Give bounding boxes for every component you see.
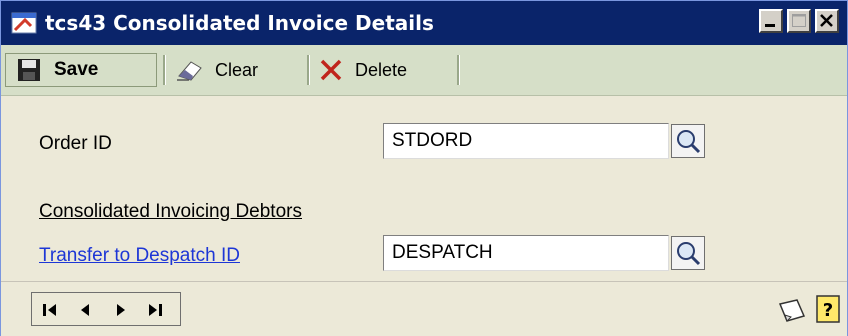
status-bar: ?: [1, 281, 847, 336]
save-icon: [18, 59, 40, 81]
eraser-icon: [177, 61, 202, 81]
toolbar-separator: [307, 55, 310, 85]
help-icon[interactable]: ?: [815, 294, 841, 324]
next-record-icon[interactable]: [110, 299, 132, 321]
clear-button[interactable]: Clear: [175, 53, 295, 87]
form-area: Order ID STDORD Consolidated Invoicing D…: [1, 97, 847, 281]
window-icon: [11, 12, 37, 34]
transfer-to-despatch-id-link[interactable]: Transfer to Despatch ID: [39, 245, 240, 267]
first-record-icon[interactable]: [40, 299, 62, 321]
maximize-button[interactable]: [787, 9, 811, 33]
order-id-lookup-button[interactable]: [671, 124, 705, 158]
magnifier-icon: [677, 242, 701, 266]
close-icon: [820, 14, 833, 27]
save-button[interactable]: Save: [5, 53, 157, 87]
toolbar-separator: [163, 55, 166, 85]
despatch-id-field[interactable]: DESPATCH: [383, 235, 669, 271]
delete-x-icon: [320, 59, 342, 81]
toolbar-separator: [457, 55, 460, 85]
title-bar[interactable]: tcs43 Consolidated Invoice Details: [1, 1, 847, 45]
minimize-icon: [765, 24, 775, 27]
previous-record-icon[interactable]: [74, 299, 96, 321]
delete-label: Delete: [355, 59, 408, 80]
window: tcs43 Consolidated Invoice Details Save: [0, 0, 848, 336]
order-id-field[interactable]: STDORD: [383, 123, 669, 159]
minimize-button[interactable]: [759, 9, 783, 33]
despatch-id-lookup-button[interactable]: [671, 236, 705, 270]
clear-label: Clear: [215, 59, 259, 80]
note-icon[interactable]: [777, 298, 807, 324]
toolbar: Save Clear Delete: [1, 45, 847, 96]
save-label: Save: [54, 59, 99, 80]
consolidated-invoicing-debtors-label: Consolidated Invoicing Debtors: [39, 201, 302, 222]
window-title: tcs43 Consolidated Invoice Details: [45, 11, 434, 35]
maximize-icon: [792, 14, 806, 27]
svg-text:?: ?: [823, 300, 833, 321]
order-id-label: Order ID: [39, 133, 112, 154]
close-button[interactable]: [815, 9, 839, 33]
last-record-icon[interactable]: [144, 299, 166, 321]
record-navigator: [31, 292, 181, 326]
delete-button[interactable]: Delete: [319, 53, 449, 87]
magnifier-icon: [677, 130, 701, 154]
